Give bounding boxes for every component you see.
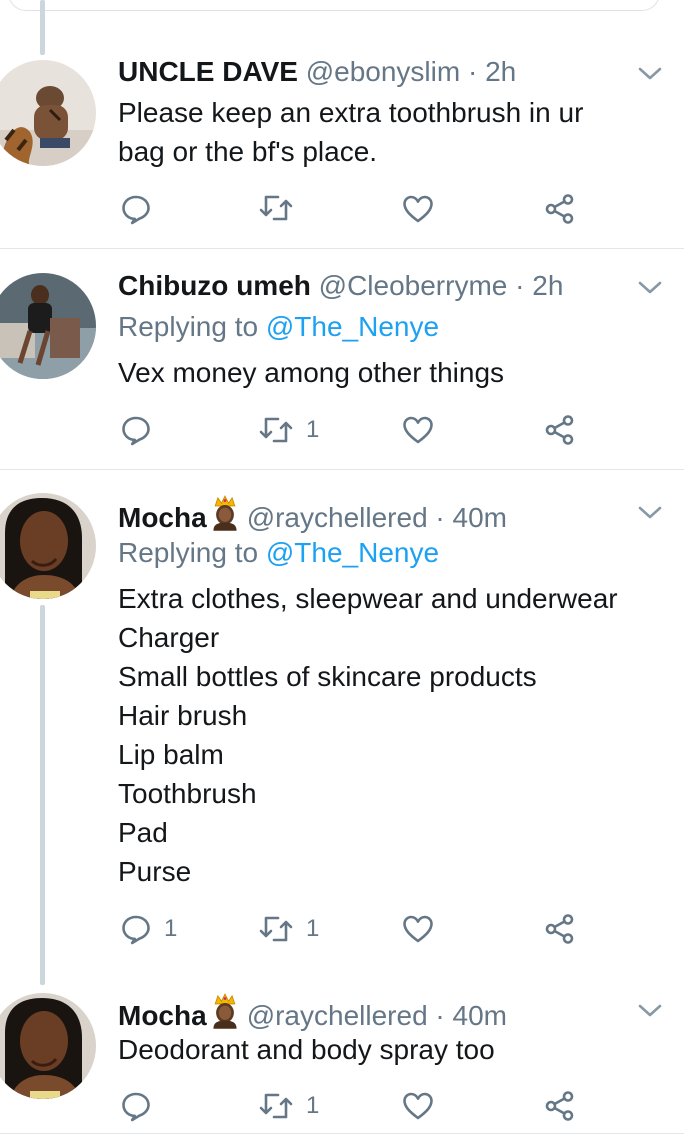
- heart-icon: [402, 914, 434, 944]
- user-handle[interactable]: @Cleoberryme: [319, 270, 508, 301]
- user-handle[interactable]: @raychellered: [247, 1000, 428, 1031]
- timestamp[interactable]: 2h: [485, 56, 516, 87]
- timestamp[interactable]: 40m: [453, 1000, 507, 1031]
- reply-button[interactable]: [120, 1090, 164, 1122]
- crown-emoji-icon: [209, 495, 241, 531]
- replying-to: Replying to @The_Nenye: [118, 536, 439, 570]
- replying-to-handle[interactable]: @The_Nenye: [266, 537, 439, 568]
- heart-icon: [402, 194, 434, 224]
- replying-to-label: Replying to: [118, 537, 259, 568]
- share-icon: [544, 1090, 576, 1122]
- avatar[interactable]: [0, 493, 96, 599]
- previous-tweet-card: [8, 0, 660, 11]
- tweet-header: Chibuzo umeh @Cleoberryme · 2h: [118, 269, 563, 303]
- user-handle[interactable]: @raychellered: [247, 502, 428, 533]
- display-name[interactable]: Mocha: [118, 502, 207, 533]
- reply-button[interactable]: [120, 414, 164, 446]
- reply-count: 1: [164, 915, 178, 942]
- crown-emoji-icon: [209, 993, 241, 1029]
- tweet-header: Mocha @raychellered · 40m: [118, 993, 507, 1033]
- avatar[interactable]: [0, 273, 96, 379]
- share-button[interactable]: [544, 193, 576, 225]
- divider: [0, 1133, 684, 1134]
- reply-button[interactable]: [120, 193, 164, 225]
- replying-to: Replying to @The_Nenye: [118, 310, 439, 344]
- chevron-down-icon[interactable]: [636, 503, 664, 523]
- retweet-icon: [258, 416, 294, 444]
- reply-icon: [120, 1090, 152, 1122]
- retweet-button[interactable]: 1: [258, 416, 319, 444]
- share-icon: [544, 193, 576, 225]
- replying-to-label: Replying to: [118, 311, 259, 342]
- heart-icon: [402, 1091, 434, 1121]
- display-name[interactable]: UNCLE DAVE: [118, 56, 298, 87]
- tweet-header: UNCLE DAVE @ebonyslim · 2h: [118, 55, 516, 89]
- retweet-count: 1: [306, 1092, 320, 1119]
- timestamp[interactable]: 40m: [453, 502, 507, 533]
- retweet-count: 1: [306, 416, 320, 443]
- reply-icon: [120, 193, 152, 225]
- share-icon: [544, 913, 576, 945]
- replying-to-handle[interactable]: @The_Nenye: [266, 311, 439, 342]
- like-button[interactable]: [402, 1091, 446, 1121]
- avatar[interactable]: [0, 993, 96, 1099]
- display-name[interactable]: Chibuzo umeh: [118, 270, 311, 301]
- retweet-icon: [258, 915, 294, 943]
- divider: [0, 469, 684, 470]
- divider: [0, 248, 684, 249]
- tweet-text: Extra clothes, sleepwear and underwear C…: [118, 583, 618, 887]
- timestamp[interactable]: 2h: [532, 270, 563, 301]
- share-icon: [544, 414, 576, 446]
- chevron-down-icon[interactable]: [636, 64, 664, 84]
- separator: ·: [435, 1000, 445, 1031]
- retweet-button[interactable]: 1: [258, 915, 319, 943]
- reply-icon: [120, 414, 152, 446]
- separator: ·: [435, 502, 445, 533]
- retweet-count: 1: [306, 915, 320, 942]
- share-button[interactable]: [544, 913, 576, 945]
- retweet-button[interactable]: 1: [258, 1092, 319, 1120]
- chevron-down-icon[interactable]: [636, 278, 664, 298]
- thread-line: [40, 0, 45, 55]
- thread-line: [40, 605, 45, 985]
- retweet-button[interactable]: [258, 194, 306, 222]
- heart-icon: [402, 415, 434, 445]
- tweet-text: Deodorant and body spray too: [118, 1034, 495, 1065]
- share-button[interactable]: [544, 1090, 576, 1122]
- reply-icon: [120, 913, 152, 945]
- reply-button[interactable]: 1: [120, 913, 177, 945]
- retweet-icon: [258, 194, 294, 222]
- user-handle[interactable]: @ebonyslim: [306, 56, 460, 87]
- tweet-text: Please keep an extra toothbrush in ur ba…: [118, 97, 584, 167]
- separator: ·: [515, 270, 525, 301]
- retweet-icon: [258, 1092, 294, 1120]
- tweet-header: Mocha @raychellered · 40m: [118, 495, 507, 535]
- share-button[interactable]: [544, 414, 576, 446]
- chevron-down-icon[interactable]: [636, 1001, 664, 1021]
- avatar[interactable]: [0, 60, 96, 166]
- like-button[interactable]: [402, 194, 446, 224]
- like-button[interactable]: [402, 415, 446, 445]
- like-button[interactable]: [402, 914, 446, 944]
- display-name[interactable]: Mocha: [118, 1000, 207, 1031]
- tweet-text: Vex money among other things: [118, 357, 505, 388]
- separator: ·: [467, 56, 478, 87]
